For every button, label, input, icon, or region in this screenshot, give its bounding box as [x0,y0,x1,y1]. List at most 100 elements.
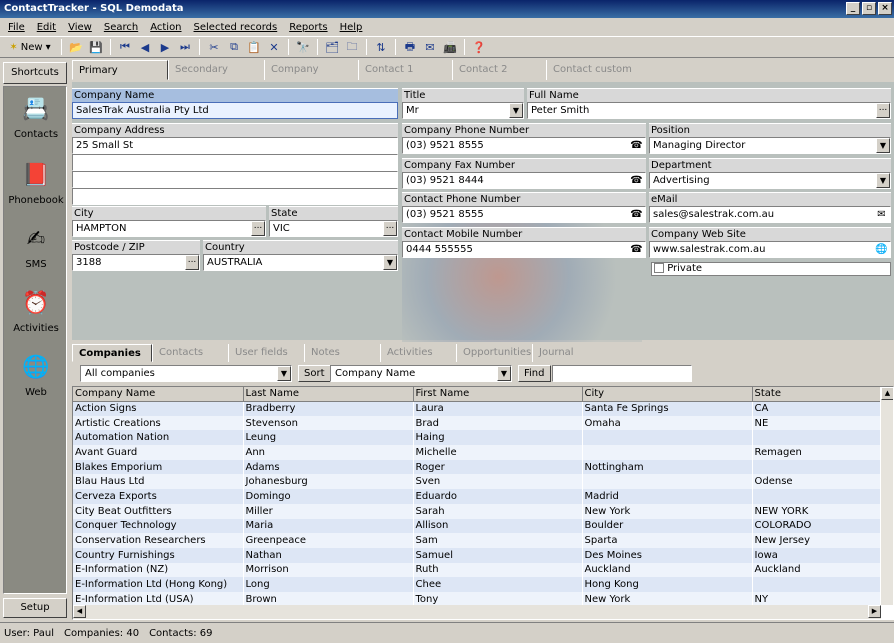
find-button[interactable]: Find [518,365,551,382]
scroll-right-arrow-icon[interactable]: ▶ [868,605,881,618]
menu-action[interactable]: Action [150,22,181,33]
sort-icon[interactable]: ⇅ [372,38,390,56]
column-header-first-name[interactable]: First Name [413,387,583,402]
paste-icon[interactable]: 📋 [245,38,263,56]
dial-phone-icon[interactable]: ☎ [630,174,643,187]
menu-help[interactable]: Help [340,22,363,33]
ellipsis-button[interactable]: ... [251,221,265,236]
company-fax-input[interactable]: (03) 9521 8444 ☎ [402,172,646,189]
menu-edit[interactable]: Edit [37,22,56,33]
ellipsis-button[interactable]: ... [876,103,890,118]
company-name-input[interactable]: SalesTrak Australia Pty Ltd [72,102,398,119]
department-select[interactable]: Advertising ▼ [649,172,891,189]
tab-user-fields[interactable]: User fields [228,344,304,362]
shortcut-phonebook[interactable]: 📕 Phonebook [4,157,68,207]
chevron-down-icon[interactable]: ▼ [509,103,523,118]
private-checkbox[interactable] [654,263,664,273]
view-filter-select[interactable]: All companies ▼ [80,365,292,382]
tab-journal[interactable]: Journal [532,344,608,362]
last-record-icon[interactable]: ⏭ [176,38,194,56]
chevron-down-icon[interactable]: ▼ [277,366,291,381]
company-address-line-1[interactable]: 25 Small St [72,137,398,154]
tab-opportunities[interactable]: Opportunities [456,344,532,362]
table-row[interactable]: E-Information Ltd (Hong Kong) Long Chee Hon… [73,577,882,592]
postcode-input[interactable]: 3188... [72,254,200,271]
position-select[interactable]: Managing Director ▼ [649,137,891,154]
chevron-down-icon[interactable]: ▼ [876,138,890,153]
table-row[interactable]: Avant Guard Ann Michelle Remagen [73,445,882,460]
company-phone-input[interactable]: (03) 9521 8555 ☎ [402,137,646,154]
tab-secondary[interactable]: Secondary [168,60,264,80]
fax-icon[interactable]: 📠 [441,38,459,56]
tab-contacts[interactable]: Contacts [152,344,228,362]
contact-phone-input[interactable]: (03) 9521 8555 ☎ [402,206,646,223]
help-icon[interactable]: ❓ [470,38,488,56]
print-icon[interactable]: 🖶 [401,38,419,56]
tab-contact-1[interactable]: Contact 1 [358,60,452,80]
title-select[interactable]: Mr ▼ [402,102,524,119]
mail-icon[interactable]: ✉ [421,38,439,56]
shortcuts-header[interactable]: Shortcuts [3,62,67,84]
column-header-last-name[interactable]: Last Name [243,387,414,402]
minimize-button[interactable]: _ [846,2,860,15]
horizontal-scrollbar[interactable]: ◀ ▶ [73,605,881,619]
city-input[interactable]: HAMPTON... [72,220,266,237]
folder-tools-icon[interactable]: 🗂 [323,38,341,56]
first-record-icon[interactable]: ⏮ [116,38,134,56]
ellipsis-button[interactable]: ... [185,255,199,270]
chevron-down-icon[interactable]: ▼ [876,173,890,188]
tab-contact-2[interactable]: Contact 2 [452,60,546,80]
open-folder-icon[interactable]: 📂 [67,38,85,56]
column-header-state[interactable]: State [752,387,882,402]
sort-button[interactable]: Sort [298,365,331,382]
tab-companies[interactable]: Companies [72,344,152,362]
table-row[interactable]: Artistic Creations Stevenson Brad Omaha NE [73,415,882,431]
country-select[interactable]: AUSTRALIA ▼ [203,254,398,271]
scroll-up-arrow-icon[interactable]: ▲ [881,387,893,400]
menu-reports[interactable]: Reports [289,22,327,33]
company-address-line-3[interactable] [72,171,398,188]
copy-icon[interactable]: ⧉ [225,38,243,56]
table-row[interactable]: Conquer Technology Maria Allison Boulder COL… [73,518,882,534]
table-row[interactable]: E-Information (NZ) Morrison Ruth Auckland Au… [73,562,882,578]
state-input[interactable]: VIC... [269,220,398,237]
menu-file[interactable]: File [8,22,25,33]
tab-notes[interactable]: Notes [304,344,380,362]
column-header-city[interactable]: City [582,387,753,402]
menu-selected-records[interactable]: Selected records [194,22,278,33]
sort-field-select[interactable]: Company Name ▼ [330,365,512,382]
tab-activities[interactable]: Activities [380,344,456,362]
next-record-icon[interactable]: ▶ [156,38,174,56]
company-address-line-2[interactable] [72,154,398,171]
scroll-left-arrow-icon[interactable]: ◀ [73,605,86,618]
table-row[interactable]: Action Signs Bradberry Laura Santa Fe Sprin… [73,401,882,416]
maximize-button[interactable]: ▫ [862,2,876,15]
chevron-down-icon[interactable]: ▼ [497,366,511,381]
website-input[interactable]: www.salestrak.com.au 🌐 [649,241,891,258]
table-row[interactable]: Conservation Researchers Greenpeace Sam Spa… [73,533,882,548]
previous-record-icon[interactable]: ◀ [136,38,154,56]
ellipsis-button[interactable]: ... [383,221,397,236]
dial-phone-icon[interactable]: ☎ [630,139,643,152]
tab-company-custom[interactable]: Company custom [264,60,358,95]
save-icon[interactable]: 💾 [87,38,105,56]
cut-icon[interactable]: ✂ [205,38,223,56]
tab-contact-custom[interactable]: Contact custom [546,60,676,80]
setup-button[interactable]: Setup [3,598,67,618]
email-input[interactable]: sales@salestrak.com.au ✉ [649,206,891,223]
globe-icon[interactable]: 🌐 [875,243,888,256]
dial-phone-icon[interactable]: ☎ [630,243,643,256]
column-header-company-name[interactable]: Company Name [73,387,244,402]
folder-disabled-icon[interactable]: 🗀 [343,38,361,56]
company-address-line-4[interactable] [72,188,398,205]
new-button[interactable]: ✶ New ▾ [4,38,56,56]
find-binoculars-icon[interactable]: 🔭 [294,38,312,56]
delete-icon[interactable]: ✕ [265,38,283,56]
menu-view[interactable]: View [68,22,92,33]
table-row[interactable]: Blakes Emporium Adams Roger Nottingham [73,459,882,475]
find-input[interactable] [552,365,692,382]
table-row[interactable]: City Beat Outfitters Miller Sarah New York N… [73,503,882,519]
contact-mobile-input[interactable]: 0444 555555 ☎ [402,241,646,258]
shortcut-activities[interactable]: ⏰ Activities [4,285,68,335]
menu-search[interactable]: Search [104,22,138,33]
